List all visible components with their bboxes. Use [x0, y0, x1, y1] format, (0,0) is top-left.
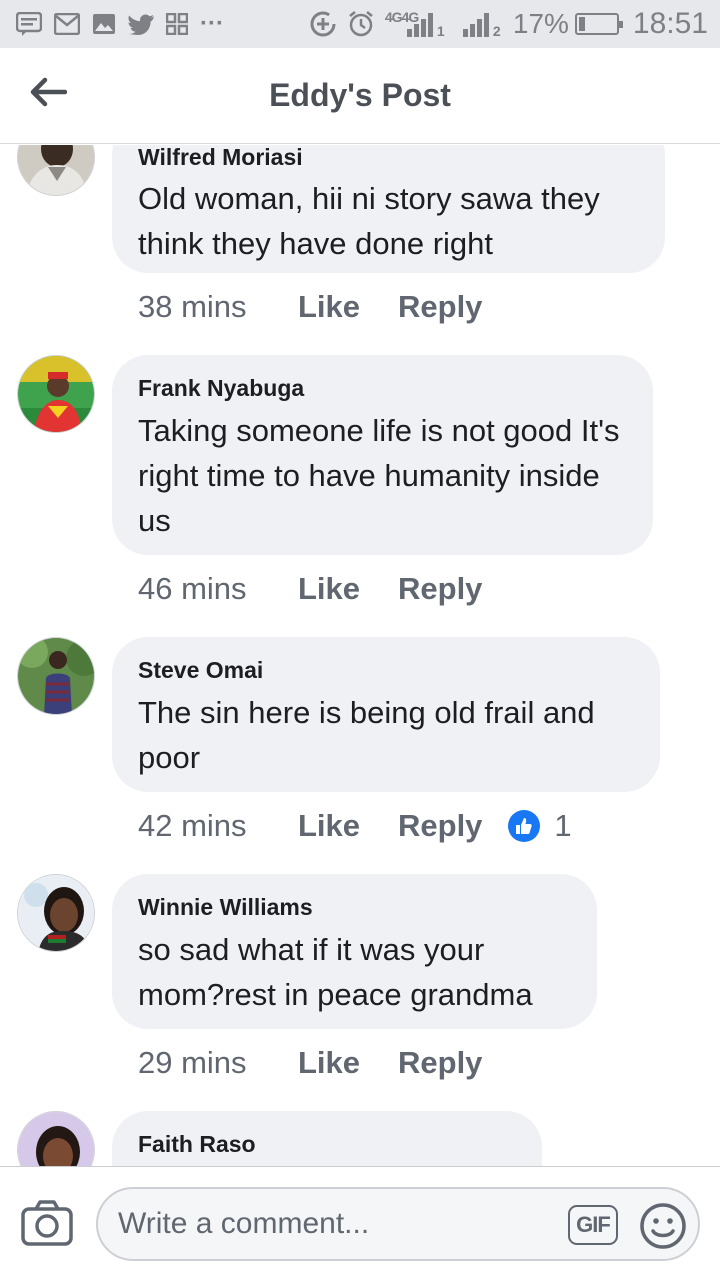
reaction-count: 1: [554, 808, 572, 843]
data-saver-icon: [309, 10, 337, 38]
battery-percent: 17%: [512, 8, 569, 39]
page-title: Eddy's Post: [269, 77, 451, 113]
comment-input[interactable]: Write a comment... GIF: [96, 1187, 700, 1261]
like-button[interactable]: Like: [298, 571, 398, 607]
comment-time: 46 mins: [138, 571, 247, 606]
smiley-icon: [638, 1203, 688, 1255]
comment-feed[interactable]: Wilfred Moriasi Old woman, hii ni story …: [0, 145, 720, 1166]
clock: 18:51: [632, 7, 708, 40]
signal-icon: 4G4G 1: [384, 9, 445, 39]
comment-actions: 29 mins Like Reply: [138, 1045, 482, 1081]
battery-level-fill: [578, 17, 585, 31]
comment-time: 38 mins: [138, 289, 247, 324]
alarm-icon: [347, 10, 375, 38]
comment-bubble[interactable]: Steve Omai The sin here is being old fra…: [112, 637, 660, 792]
comment-actions: 38 mins Like Reply: [138, 289, 482, 325]
comment-composer: Write a comment... GIF: [0, 1166, 720, 1280]
comment-placeholder: Write a comment...: [118, 1207, 370, 1240]
comment-author[interactable]: Frank Nyabuga: [138, 373, 627, 403]
message-icon: [16, 12, 42, 36]
comment-author[interactable]: Steve Omai: [138, 655, 634, 685]
emoji-button[interactable]: [638, 1201, 688, 1251]
comment-text: Old woman, hii ni story sawa they think …: [138, 181, 600, 261]
comment-text: The sin here is being old frail and poor: [138, 695, 595, 775]
reply-button[interactable]: Reply: [398, 808, 482, 844]
comment-actions: 42 mins Like Reply 1: [138, 808, 572, 844]
comment-time: 29 mins: [138, 1045, 247, 1080]
comment-bubble[interactable]: Winnie Williams so sad what if it was yo…: [112, 874, 597, 1029]
reaction-summary[interactable]: 1: [508, 808, 572, 844]
gif-button[interactable]: GIF: [568, 1205, 618, 1245]
like-button[interactable]: Like: [298, 808, 398, 844]
comment-text: so sad what if it was your mom?rest in p…: [138, 932, 533, 1012]
like-button[interactable]: Like: [298, 1045, 398, 1081]
comment-bubble[interactable]: Faith Raso: [112, 1111, 542, 1166]
gallery-icon: [92, 13, 116, 35]
signal-icon: 2: [459, 9, 503, 39]
comment-time: 42 mins: [138, 808, 247, 843]
avatar[interactable]: [17, 355, 95, 433]
comment-actions: 46 mins Like Reply: [138, 571, 482, 607]
arrow-left-icon: [29, 77, 68, 112]
battery-icon: [574, 13, 623, 35]
app-header: Eddy's Post: [0, 48, 720, 144]
system-icons: 4G4G 1 2 17% 18:51: [299, 7, 708, 41]
avatar[interactable]: [17, 145, 95, 196]
reply-button[interactable]: Reply: [398, 289, 482, 325]
app-icon: [166, 13, 188, 35]
status-bar: ··· 4G4G 1 2 17% 18:51: [0, 0, 720, 48]
notification-icons: ···: [16, 12, 236, 36]
comment-bubble[interactable]: Frank Nyabuga Taking someone life is not…: [112, 355, 653, 555]
reply-button[interactable]: Reply: [398, 571, 482, 607]
comment-author[interactable]: Winnie Williams: [138, 892, 571, 922]
comment-text: Taking someone life is not good It's rig…: [138, 413, 620, 538]
thumbs-up-icon: [508, 810, 541, 842]
more-notifications-indicator: ···: [200, 10, 224, 37]
avatar[interactable]: [17, 637, 95, 715]
avatar[interactable]: [17, 874, 95, 952]
gmail-icon: [54, 13, 80, 35]
camera-icon: [20, 1200, 74, 1251]
like-button[interactable]: Like: [298, 289, 398, 325]
comment-author[interactable]: Faith Raso: [138, 1129, 516, 1159]
camera-button[interactable]: [20, 1199, 74, 1249]
comment-bubble[interactable]: Wilfred Moriasi Old woman, hii ni story …: [112, 145, 665, 273]
twitter-icon: [128, 13, 154, 35]
back-button[interactable]: [26, 72, 70, 116]
comment-author[interactable]: Wilfred Moriasi: [138, 145, 639, 172]
reply-button[interactable]: Reply: [398, 1045, 482, 1081]
avatar[interactable]: [17, 1111, 95, 1166]
